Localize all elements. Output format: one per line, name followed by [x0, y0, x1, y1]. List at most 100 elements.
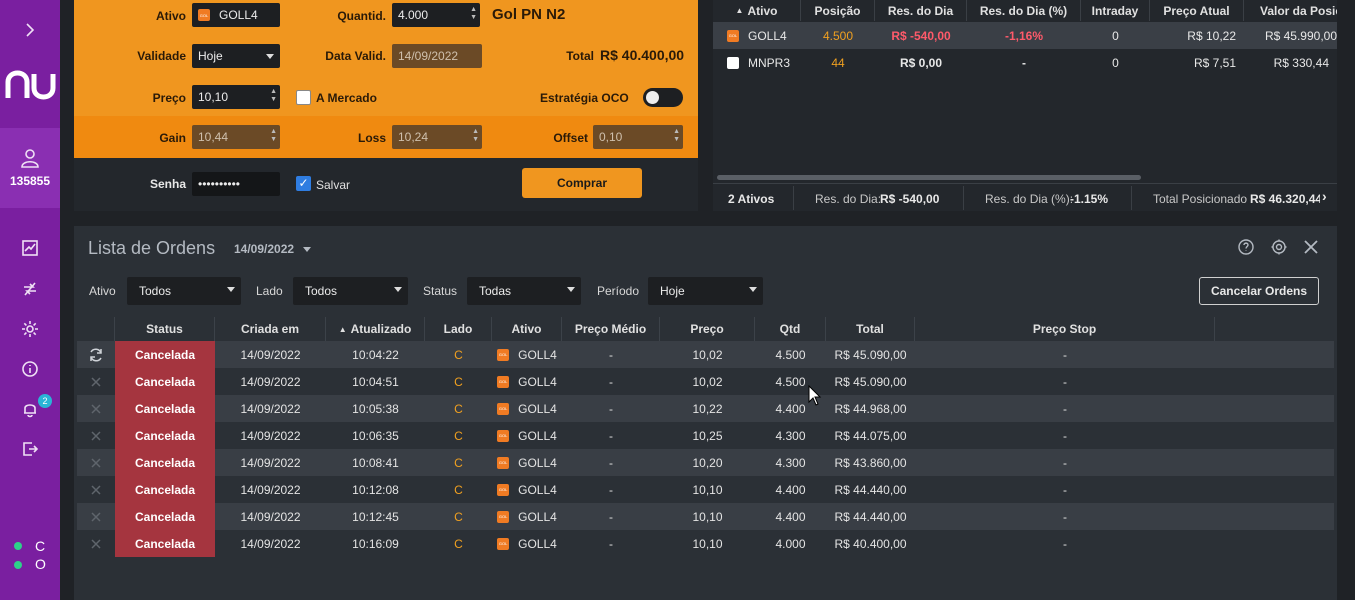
cancel-x-icon[interactable] — [77, 449, 115, 476]
order-row[interactable]: Cancelada 14/09/2022 10:08:41 C GOL GOLL4 - 10,… — [77, 449, 1334, 476]
info-icon[interactable] — [18, 357, 42, 381]
orders-header-status[interactable]: Status — [115, 317, 215, 341]
order-ativo: GOLL4 — [518, 482, 557, 497]
horizontal-scrollbar[interactable] — [717, 175, 1141, 180]
cancel-orders-button[interactable]: Cancelar Ordens — [1199, 277, 1319, 305]
order-qtd: 4.400 — [775, 482, 806, 497]
orders-header-criada[interactable]: Criada em — [215, 317, 326, 341]
order-atualizado: 10:05:38 — [352, 401, 399, 416]
orders-date: 14/09/2022 — [234, 242, 295, 256]
ativo-input[interactable]: GOL GOLL4 — [192, 3, 280, 27]
filter-periodo-select[interactable]: Hoje — [648, 277, 763, 305]
chart-icon[interactable] — [18, 236, 42, 260]
order-stop: - — [1063, 428, 1067, 443]
position-row[interactable]: MNPR3 44 R$ 0,00 - 0 R$ 7,51 R$ 330,44 — [713, 49, 1337, 76]
settings-icon[interactable] — [18, 317, 42, 341]
gear-icon[interactable] — [1271, 239, 1287, 258]
scroll-right-icon[interactable]: › — [1322, 188, 1327, 204]
pos-ativo-cell: GOL GOLL4 — [727, 22, 787, 49]
cancel-x-icon[interactable] — [77, 395, 115, 422]
preco-input[interactable]: 10,10 ▲ ▼ — [192, 85, 280, 109]
logout-icon[interactable] — [18, 437, 42, 461]
cancel-x-icon[interactable] — [77, 476, 115, 503]
spinner-icon[interactable]: ▲ ▼ — [470, 6, 477, 22]
order-criada: 14/09/2022 — [240, 347, 301, 362]
order-row[interactable]: Cancelada 14/09/2022 10:12:45 C GOL GOLL4 - 10,… — [77, 503, 1334, 530]
filter-lado-value: Todos — [305, 284, 338, 298]
footer-res-pct-label: Res. do Dia (%): — [985, 192, 1074, 206]
orders-header-qtd[interactable]: Qtd — [755, 317, 826, 341]
orders-header-total[interactable]: Total — [826, 317, 915, 341]
order-row[interactable]: Cancelada 14/09/2022 10:04:51 C GOL GOLL4 - 10,… — [77, 368, 1334, 395]
user-icon[interactable] — [18, 146, 42, 170]
offset-label: Offset — [553, 131, 588, 145]
offset-input[interactable]: 0,10 ▲ ▼ — [593, 125, 683, 149]
spinner-icon[interactable]: ▲ ▼ — [472, 128, 479, 144]
spinner-icon[interactable]: ▲ ▼ — [270, 88, 277, 104]
orders-header-atualizado[interactable]: ▲ Atualizado — [326, 317, 425, 341]
gol-asset-icon: GOL — [497, 429, 510, 442]
order-status-letter: O — [35, 556, 46, 572]
order-atualizado: 10:04:22 — [352, 347, 399, 362]
order-row[interactable]: Cancelada 14/09/2022 10:05:38 C GOL GOLL4 - 10,… — [77, 395, 1334, 422]
validade-select[interactable]: Hoje — [192, 44, 280, 68]
order-preco-medio: - — [609, 536, 613, 551]
data-valid-input[interactable]: 14/09/2022 — [392, 44, 482, 68]
orders-header-stop[interactable]: Preço Stop — [915, 317, 1215, 341]
transfer-icon[interactable] — [18, 277, 42, 301]
a-mercado-checkbox[interactable] — [296, 90, 311, 105]
order-ativo-cell: GOL GOLL4 — [492, 395, 562, 422]
order-preco: 10,20 — [692, 455, 723, 470]
orders-header-preco-medio[interactable]: Preço Médio — [562, 317, 660, 341]
data-valid-label: Data Valid. — [325, 49, 386, 63]
quantid-input[interactable]: 4.000 ▲ ▼ — [392, 3, 480, 27]
filter-lado-select[interactable]: Todos — [293, 277, 408, 305]
spinner-icon[interactable]: ▲ ▼ — [673, 128, 680, 144]
orders-header-ativo[interactable]: Ativo — [492, 317, 562, 341]
order-row[interactable]: Cancelada 14/09/2022 10:16:09 C GOL GOLL4 - 10,… — [77, 530, 1334, 557]
order-stop: - — [1063, 509, 1067, 524]
pos-header-res-pct[interactable]: Res. do Dia (%) — [967, 0, 1081, 21]
senha-input[interactable]: •••••••••• — [192, 172, 280, 196]
pos-header-ativo[interactable]: ▲ Ativo — [713, 0, 801, 21]
comprar-button[interactable]: Comprar — [522, 168, 642, 198]
cancel-x-icon[interactable] — [77, 530, 115, 557]
cancel-x-icon[interactable] — [77, 422, 115, 449]
loss-input[interactable]: 10,24 ▲ ▼ — [392, 125, 482, 149]
pos-header-res[interactable]: Res. do Dia — [875, 0, 967, 21]
filter-ativo-select[interactable]: Todos — [127, 277, 241, 305]
pos-header-intraday[interactable]: Intraday — [1081, 0, 1150, 21]
expand-chevron-icon[interactable] — [18, 18, 42, 42]
refresh-icon[interactable] — [77, 341, 115, 368]
orders-header-lado[interactable]: Lado — [425, 317, 492, 341]
order-row[interactable]: Cancelada 14/09/2022 10:04:22 C GOL GOLL4 - 10,… — [77, 341, 1334, 368]
order-atualizado: 10:12:45 — [352, 509, 399, 524]
orders-date-selector[interactable]: 14/09/2022 — [234, 242, 312, 256]
pos-header-valor[interactable]: Valor da Posição — [1244, 0, 1337, 21]
help-icon[interactable] — [1238, 239, 1254, 258]
close-icon[interactable] — [1303, 239, 1319, 258]
filter-status-select[interactable]: Todas — [467, 277, 581, 305]
cancel-x-icon[interactable] — [77, 368, 115, 395]
gol-asset-icon: GOL — [497, 510, 510, 523]
order-criada: 14/09/2022 — [240, 374, 301, 389]
toggle-knob — [646, 91, 659, 104]
gain-input[interactable]: 10,44 ▲ ▼ — [192, 125, 280, 149]
pos-preco: R$ 10,22 — [1187, 28, 1236, 43]
order-row[interactable]: Cancelada 14/09/2022 10:06:35 C GOL GOLL4 - 10,… — [77, 422, 1334, 449]
salvar-checkbox[interactable]: ✓ — [296, 176, 311, 191]
gol-asset-icon: GOL — [497, 375, 510, 388]
cancel-x-icon[interactable] — [77, 503, 115, 530]
oco-toggle[interactable] — [643, 88, 683, 107]
pos-header-preco[interactable]: Preço Atual — [1150, 0, 1244, 21]
pos-intraday: 0 — [1112, 28, 1119, 43]
pos-header-posicao[interactable]: Posição — [801, 0, 875, 21]
footer-res-value: R$ -540,00 — [880, 192, 940, 206]
asset-name: Gol PN N2 — [492, 6, 566, 23]
filter-periodo-value: Hoje — [660, 284, 685, 298]
position-row[interactable]: GOL GOLL4 4.500 R$ -540,00 -1,16% 0 R$ 10… — [713, 22, 1337, 49]
orders-header-preco[interactable]: Preço — [660, 317, 755, 341]
spinner-icon[interactable]: ▲ ▼ — [270, 128, 277, 144]
order-preco-medio: - — [609, 482, 613, 497]
order-row[interactable]: Cancelada 14/09/2022 10:12:08 C GOL GOLL4 - 10,… — [77, 476, 1334, 503]
